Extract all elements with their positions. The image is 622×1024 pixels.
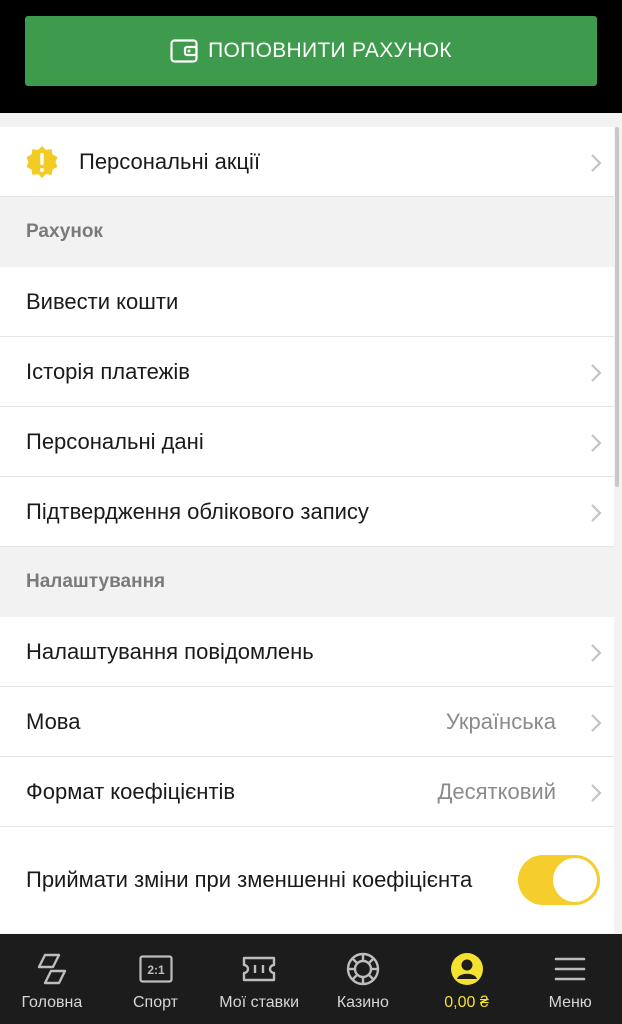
tab-home[interactable]: Головна: [0, 934, 104, 1024]
tab-menu[interactable]: Меню: [518, 934, 622, 1024]
home-logo-icon: [37, 953, 67, 985]
accept-odds-changes-item: Приймати зміни при зменшенні коефіцієнта: [0, 827, 614, 933]
scoreboard-icon: 2:1: [138, 955, 173, 983]
personal-data-label: Персональні дані: [26, 428, 204, 454]
personal-data-item[interactable]: Персональні дані: [0, 407, 614, 477]
chevron-right-icon: [591, 644, 602, 662]
payment-history-item[interactable]: Історія платежів: [0, 337, 614, 407]
odds-format-value: Десятковий: [437, 778, 557, 804]
settings-section-header: Налаштування: [0, 547, 614, 617]
tab-my-bets[interactable]: Мої ставки: [207, 934, 311, 1024]
accept-odds-changes-toggle[interactable]: [518, 855, 600, 905]
ticket-icon: [242, 956, 276, 982]
withdraw-label: Вивести кошти: [26, 288, 179, 314]
language-label: Мова: [26, 708, 81, 734]
account-verification-item[interactable]: Підтвердження облікового запису: [0, 477, 614, 547]
tab-label: Меню: [548, 994, 592, 1011]
odds-format-label: Формат коефіцієнтів: [26, 778, 236, 804]
user-avatar-icon: [450, 953, 483, 985]
tab-casino[interactable]: Казино: [311, 934, 415, 1024]
chevron-right-icon: [591, 714, 602, 732]
chevron-right-icon: [591, 504, 602, 522]
top-bar: ПОПОВНИТИ РАХУНОК: [0, 0, 622, 113]
section-title: Рахунок: [26, 221, 103, 242]
language-value: Українська: [445, 708, 556, 734]
account-section-header: Рахунок: [0, 197, 614, 267]
tab-sport[interactable]: 2:1 Спорт: [104, 934, 208, 1024]
odds-format-item[interactable]: Формат коефіцієнтів Десятковий: [0, 757, 614, 827]
tab-account-balance[interactable]: 0,00 ₴: [415, 934, 519, 1024]
scrollbar[interactable]: [615, 127, 619, 487]
tab-label: Казино: [336, 994, 389, 1011]
tab-label: Головна: [21, 994, 83, 1011]
notification-settings-label: Налаштування повідомлень: [26, 638, 314, 664]
personal-promotions-label: Персональні акції: [79, 148, 261, 174]
wallet-icon: [170, 39, 198, 63]
bottom-tab-bar: Головна 2:1 Спорт Мої ставки Казино 0,00…: [0, 934, 622, 1024]
account-verification-label: Підтвердження облікового запису: [26, 498, 369, 524]
tab-label: Спорт: [133, 994, 178, 1011]
tab-label: Мої ставки: [219, 994, 300, 1011]
chevron-right-icon: [591, 364, 602, 382]
chevron-right-icon: [591, 784, 602, 802]
chevron-right-icon: [591, 434, 602, 452]
notification-settings-item[interactable]: Налаштування повідомлень: [0, 617, 614, 687]
personal-promotions-item[interactable]: Персональні акції: [0, 127, 614, 197]
toggle-knob: [553, 858, 597, 902]
exclamation-badge-icon: [26, 146, 58, 178]
casino-chip-icon: [346, 952, 380, 986]
svg-text:2:1: 2:1: [147, 963, 165, 977]
section-title: Налаштування: [26, 571, 166, 592]
chevron-right-icon: [591, 154, 602, 172]
menu-content[interactable]: Персональні акції Рахунок Вивести кошти …: [0, 113, 622, 934]
hamburger-icon: [554, 957, 586, 981]
language-item[interactable]: Мова Українська: [0, 687, 614, 757]
deposit-label: ПОПОВНИТИ РАХУНОК: [208, 39, 452, 62]
withdraw-item[interactable]: Вивести кошти: [0, 267, 614, 337]
accept-odds-changes-label: Приймати зміни при зменшенні коефіцієнта: [26, 867, 473, 892]
balance-label: 0,00 ₴: [444, 994, 489, 1011]
payment-history-label: Історія платежів: [26, 358, 190, 384]
deposit-button[interactable]: ПОПОВНИТИ РАХУНОК: [25, 16, 597, 86]
